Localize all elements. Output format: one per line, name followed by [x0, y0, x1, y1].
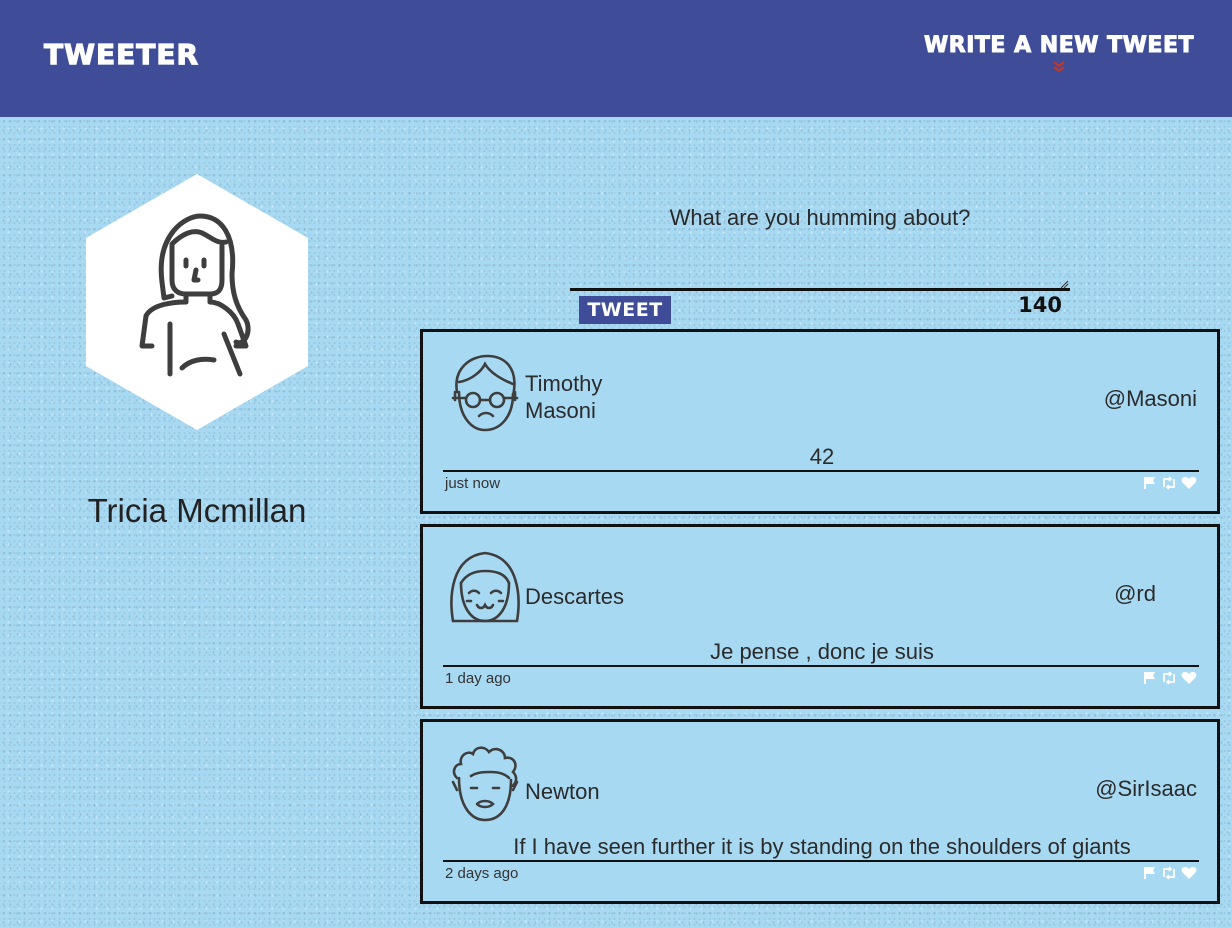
flag-icon[interactable] [1143, 866, 1157, 880]
curly-hair-avatar-icon [451, 746, 519, 822]
tweet-actions [1143, 669, 1197, 687]
profile-avatar [86, 174, 308, 430]
tweet-text: If I have seen further it is by standing… [513, 834, 1131, 859]
top-nav: Tweeter Write a new tweet [0, 0, 1232, 117]
new-tweet-form: Tweet 140 [570, 195, 1070, 325]
tweet-timestamp: 2 days ago [445, 865, 519, 882]
tweet-author-name: Descartes [525, 584, 625, 609]
smiling-bob-hair-avatar-icon [450, 551, 520, 623]
woman-long-hair-avatar-icon [86, 174, 308, 430]
tweet-timestamp: just now [445, 475, 501, 492]
chevron-double-down-icon [1053, 61, 1065, 73]
tweet-card: Newton @SirIsaac If I have seen further … [420, 719, 1220, 904]
retweet-icon[interactable] [1161, 866, 1177, 880]
flag-icon[interactable] [1143, 476, 1157, 490]
tweet-timestamp: 1 day ago [445, 670, 511, 687]
tweet-divider [443, 665, 1199, 667]
character-counter: 140 [1018, 293, 1062, 317]
resize-handle-icon[interactable] [1060, 280, 1069, 289]
tweet-textarea[interactable] [570, 195, 1070, 291]
heart-icon[interactable] [1181, 476, 1197, 490]
man-glasses-avatar-icon [451, 354, 519, 432]
tweet-divider [443, 470, 1199, 472]
tweet-author-name: Newton [525, 779, 600, 804]
tweet-author-handle[interactable]: @SirIsaac [1095, 776, 1197, 802]
tweet-text: 42 [809, 444, 835, 469]
tweet-actions [1143, 864, 1197, 882]
tweet-divider [443, 860, 1199, 862]
write-new-tweet-button[interactable]: Write a new tweet [924, 33, 1194, 74]
brand-logo[interactable]: Tweeter [43, 37, 199, 71]
tweet-card: Descartes @rd Je pense , donc je suis 1 … [420, 524, 1220, 709]
tweet-author-handle[interactable]: @Masoni [1104, 386, 1197, 412]
heart-icon[interactable] [1181, 866, 1197, 880]
tweet-author-name: Timothy Masoni [525, 371, 603, 423]
tweet-card: Timothy Masoni @Masoni 42 just now [420, 329, 1220, 514]
retweet-icon[interactable] [1161, 671, 1177, 685]
flag-icon[interactable] [1143, 671, 1157, 685]
tweet-submit-button[interactable]: Tweet [579, 296, 671, 324]
heart-icon[interactable] [1181, 671, 1197, 685]
profile-name: Tricia Mcmillan [87, 492, 307, 529]
tweet-actions [1143, 474, 1197, 492]
write-new-tweet-label: Write a new tweet [924, 33, 1194, 59]
tweet-author-handle[interactable]: @rd [1114, 581, 1156, 607]
tweet-text: Je pense , donc je suis [710, 639, 934, 664]
retweet-icon[interactable] [1161, 476, 1177, 490]
